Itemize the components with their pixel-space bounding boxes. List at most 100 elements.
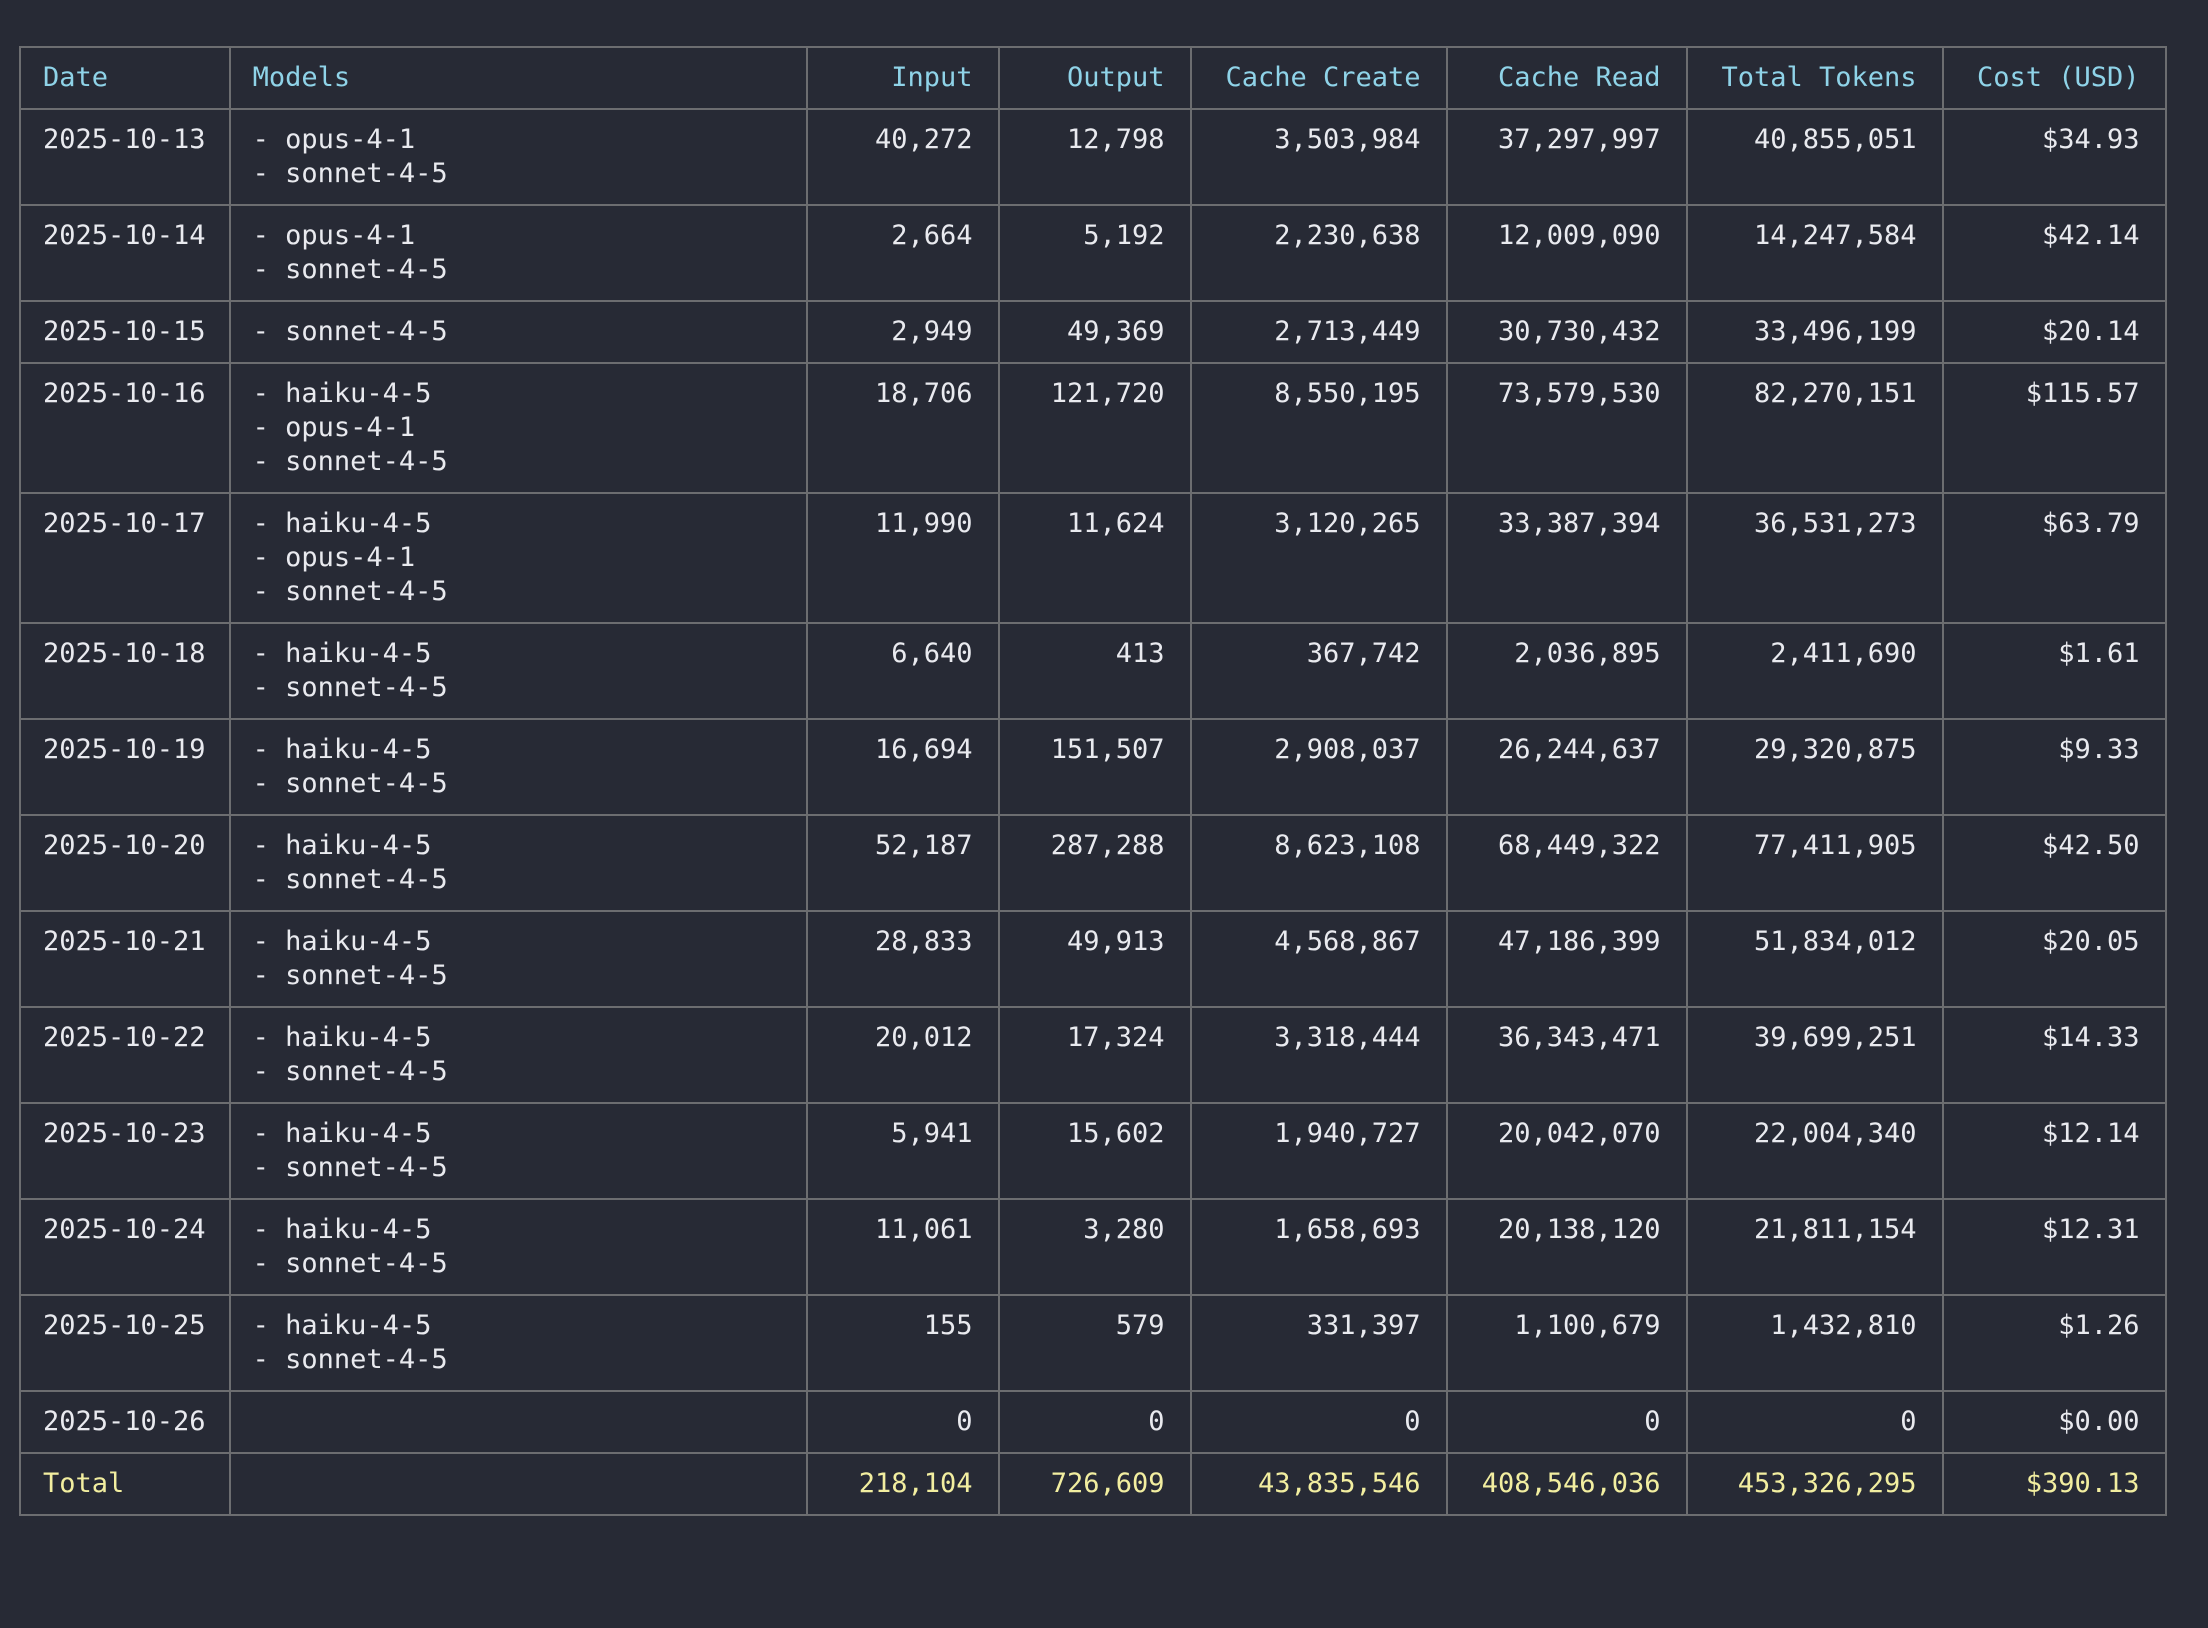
date-cell: 2025-10-24 bbox=[19, 1198, 231, 1296]
total-total-tokens: 453,326,295 bbox=[1685, 1452, 1944, 1516]
output-cell: 12,798 bbox=[997, 108, 1192, 206]
model-name: - haiku-4-5 bbox=[252, 1214, 432, 1245]
input-cell: 2,664 bbox=[805, 204, 1000, 302]
models-cell: - haiku-4-5- opus-4-1- sonnet-4-5 bbox=[228, 492, 808, 624]
date-cell: 2025-10-26 bbox=[19, 1390, 231, 1454]
cost-cell: $14.33 bbox=[1941, 1006, 2167, 1104]
models-cell: - haiku-4-5- sonnet-4-5 bbox=[228, 622, 808, 720]
cache-create-cell: 4,568,867 bbox=[1189, 910, 1448, 1008]
total-tokens-cell: 2,411,690 bbox=[1685, 622, 1944, 720]
total-tokens-cell: 33,496,199 bbox=[1685, 300, 1944, 364]
usage-table: Date Models Input Output Cache Create Ca… bbox=[19, 46, 2167, 1516]
model-name: - sonnet-4-5 bbox=[252, 1056, 448, 1087]
output-cell: 11,624 bbox=[997, 492, 1192, 624]
output-cell: 579 bbox=[997, 1294, 1192, 1392]
models-cell: - opus-4-1- sonnet-4-5 bbox=[228, 108, 808, 206]
total-tokens-cell: 14,247,584 bbox=[1685, 204, 1944, 302]
total-tokens-cell: 40,855,051 bbox=[1685, 108, 1944, 206]
model-name: - opus-4-1 bbox=[252, 124, 416, 155]
input-cell: 0 bbox=[805, 1390, 1000, 1454]
table-row: 2025-10-24- haiku-4-5- sonnet-4-5 11,061 3… bbox=[19, 1198, 2167, 1296]
total-tokens-cell: 82,270,151 bbox=[1685, 362, 1944, 494]
model-name: - sonnet-4-5 bbox=[252, 768, 448, 799]
cache-read-cell: 30,730,432 bbox=[1445, 300, 1688, 364]
input-cell: 20,012 bbox=[805, 1006, 1000, 1104]
output-cell: 49,369 bbox=[997, 300, 1192, 364]
input-cell: 11,990 bbox=[805, 492, 1000, 624]
models-cell bbox=[228, 1390, 808, 1454]
table-row: 2025-10-17- haiku-4-5- opus-4-1- sonnet-… bbox=[19, 492, 2167, 624]
cache-create-cell: 2,713,449 bbox=[1189, 300, 1448, 364]
models-cell: - haiku-4-5- sonnet-4-5 bbox=[228, 1006, 808, 1104]
models-cell: - haiku-4-5- sonnet-4-5 bbox=[228, 1102, 808, 1200]
model-name: - haiku-4-5 bbox=[252, 830, 432, 861]
model-name: - haiku-4-5 bbox=[252, 508, 432, 539]
models-cell: - sonnet-4-5 bbox=[228, 300, 808, 364]
table-row: 2025-10-23- haiku-4-5- sonnet-4-5 5,941 15… bbox=[19, 1102, 2167, 1200]
cost-cell: $1.26 bbox=[1941, 1294, 2167, 1392]
cache-create-cell: 8,550,195 bbox=[1189, 362, 1448, 494]
model-name: - sonnet-4-5 bbox=[252, 254, 448, 285]
output-cell: 49,913 bbox=[997, 910, 1192, 1008]
model-name: - sonnet-4-5 bbox=[252, 316, 448, 347]
output-cell: 121,720 bbox=[997, 362, 1192, 494]
total-row: Total 218,104 726,609 43,835,546 408,546… bbox=[19, 1452, 2167, 1516]
column-header-cache-read: Cache Read bbox=[1445, 46, 1688, 110]
total-cache-read: 408,546,036 bbox=[1445, 1452, 1688, 1516]
model-name: - opus-4-1 bbox=[252, 220, 416, 251]
model-name: - haiku-4-5 bbox=[252, 1310, 432, 1341]
model-name: - haiku-4-5 bbox=[252, 734, 432, 765]
table-row: 2025-10-26 0 0 0 0 0 $0.00 bbox=[19, 1390, 2167, 1454]
total-tokens-cell: 1,432,810 bbox=[1685, 1294, 1944, 1392]
total-tokens-cell: 39,699,251 bbox=[1685, 1006, 1944, 1104]
cache-read-cell: 73,579,530 bbox=[1445, 362, 1688, 494]
column-header-total-tokens: Total Tokens bbox=[1685, 46, 1944, 110]
model-name: - haiku-4-5 bbox=[252, 1118, 432, 1149]
date-cell: 2025-10-16 bbox=[19, 362, 231, 494]
model-name: - haiku-4-5 bbox=[252, 1022, 432, 1053]
table-row: 2025-10-22- haiku-4-5- sonnet-4-5 20,012 1… bbox=[19, 1006, 2167, 1104]
cache-read-cell: 2,036,895 bbox=[1445, 622, 1688, 720]
cache-read-cell: 20,138,120 bbox=[1445, 1198, 1688, 1296]
cache-create-cell: 0 bbox=[1189, 1390, 1448, 1454]
model-name: - sonnet-4-5 bbox=[252, 864, 448, 895]
cache-create-cell: 2,230,638 bbox=[1189, 204, 1448, 302]
output-cell: 3,280 bbox=[997, 1198, 1192, 1296]
output-cell: 15,602 bbox=[997, 1102, 1192, 1200]
total-cost: $390.13 bbox=[1941, 1452, 2167, 1516]
models-cell: - haiku-4-5- sonnet-4-5 bbox=[228, 814, 808, 912]
model-name: - haiku-4-5 bbox=[252, 638, 432, 669]
model-name: - sonnet-4-5 bbox=[252, 960, 448, 991]
total-tokens-cell: 0 bbox=[1685, 1390, 1944, 1454]
model-name: - haiku-4-5 bbox=[252, 926, 432, 957]
input-cell: 28,833 bbox=[805, 910, 1000, 1008]
cost-cell: $42.50 bbox=[1941, 814, 2167, 912]
input-cell: 40,272 bbox=[805, 108, 1000, 206]
table-row: 2025-10-13- opus-4-1- sonnet-4-5 40,272 12… bbox=[19, 108, 2167, 206]
table-body: 2025-10-13- opus-4-1- sonnet-4-5 40,272 12… bbox=[19, 108, 2167, 1454]
table-row: 2025-10-20- haiku-4-5- sonnet-4-5 52,187 2… bbox=[19, 814, 2167, 912]
input-cell: 11,061 bbox=[805, 1198, 1000, 1296]
date-cell: 2025-10-23 bbox=[19, 1102, 231, 1200]
model-name: - haiku-4-5 bbox=[252, 378, 432, 409]
date-cell: 2025-10-13 bbox=[19, 108, 231, 206]
total-tokens-cell: 36,531,273 bbox=[1685, 492, 1944, 624]
table-row: 2025-10-18- haiku-4-5- sonnet-4-5 6,640 41… bbox=[19, 622, 2167, 720]
cost-cell: $63.79 bbox=[1941, 492, 2167, 624]
date-cell: 2025-10-18 bbox=[19, 622, 231, 720]
column-header-date: Date bbox=[19, 46, 231, 110]
date-cell: 2025-10-19 bbox=[19, 718, 231, 816]
cache-read-cell: 12,009,090 bbox=[1445, 204, 1688, 302]
total-output: 726,609 bbox=[997, 1452, 1192, 1516]
date-cell: 2025-10-15 bbox=[19, 300, 231, 364]
cache-read-cell: 1,100,679 bbox=[1445, 1294, 1688, 1392]
table-row: 2025-10-15 - sonnet-4-5 2,949 49,369 2,713,4… bbox=[19, 300, 2167, 364]
cache-read-cell: 37,297,997 bbox=[1445, 108, 1688, 206]
models-cell: - haiku-4-5- sonnet-4-5 bbox=[228, 910, 808, 1008]
column-header-models: Models bbox=[228, 46, 808, 110]
total-label: Total bbox=[19, 1452, 231, 1516]
cache-create-cell: 3,503,984 bbox=[1189, 108, 1448, 206]
date-cell: 2025-10-21 bbox=[19, 910, 231, 1008]
total-cache-create: 43,835,546 bbox=[1189, 1452, 1448, 1516]
cache-read-cell: 20,042,070 bbox=[1445, 1102, 1688, 1200]
